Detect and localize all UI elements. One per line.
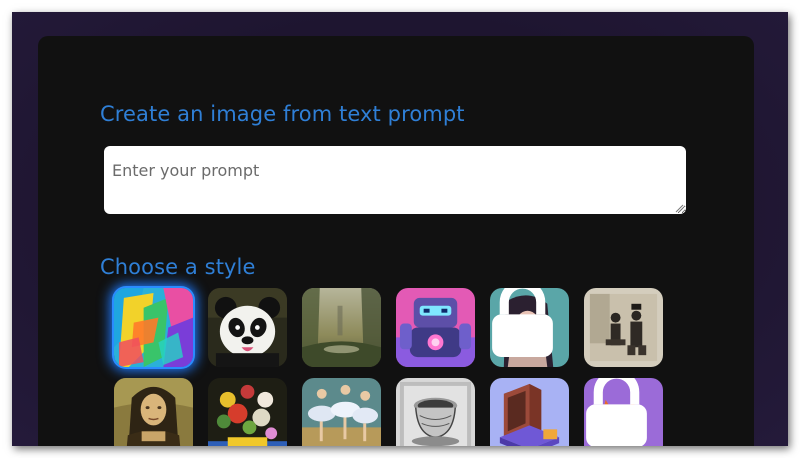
style-tile-landscape[interactable] — [302, 288, 381, 367]
style-tile-mona-lisa[interactable] — [114, 378, 193, 446]
app-background: Create an image from text prompt Choose … — [12, 12, 788, 446]
flowers-thumbnail — [208, 378, 287, 446]
style-tile-vintage[interactable] — [584, 288, 663, 367]
style-tile-abstract[interactable] — [114, 288, 193, 367]
ballet-thumbnail — [302, 378, 381, 446]
vintage-photo-thumbnail — [584, 288, 663, 367]
abstract-art-thumbnail — [114, 288, 193, 367]
landscape-thumbnail — [302, 288, 381, 367]
style-tile-fox[interactable] — [584, 378, 663, 446]
style-heading: Choose a style — [100, 255, 256, 279]
panda-thumbnail — [208, 288, 287, 367]
isometric-thumbnail — [490, 378, 569, 446]
prompt-input[interactable] — [104, 146, 686, 214]
style-tile-panda[interactable] — [208, 288, 287, 367]
renaissance-portrait-thumbnail — [114, 378, 193, 446]
lock-icon — [586, 378, 647, 446]
create-heading: Create an image from text prompt — [100, 102, 465, 126]
engraving-thumbnail — [396, 378, 475, 446]
robot-thumbnail — [396, 288, 475, 367]
lock-icon — [492, 288, 553, 357]
style-tile-robot[interactable] — [396, 288, 475, 367]
style-tile-flowers[interactable] — [208, 378, 287, 446]
style-tile-engraving[interactable] — [396, 378, 475, 446]
style-tile-portrait[interactable] — [490, 288, 569, 367]
style-tile-isometric[interactable] — [490, 378, 569, 446]
main-panel: Create an image from text prompt Choose … — [38, 36, 754, 446]
style-grid — [114, 288, 674, 446]
style-tile-ballet[interactable] — [302, 378, 381, 446]
